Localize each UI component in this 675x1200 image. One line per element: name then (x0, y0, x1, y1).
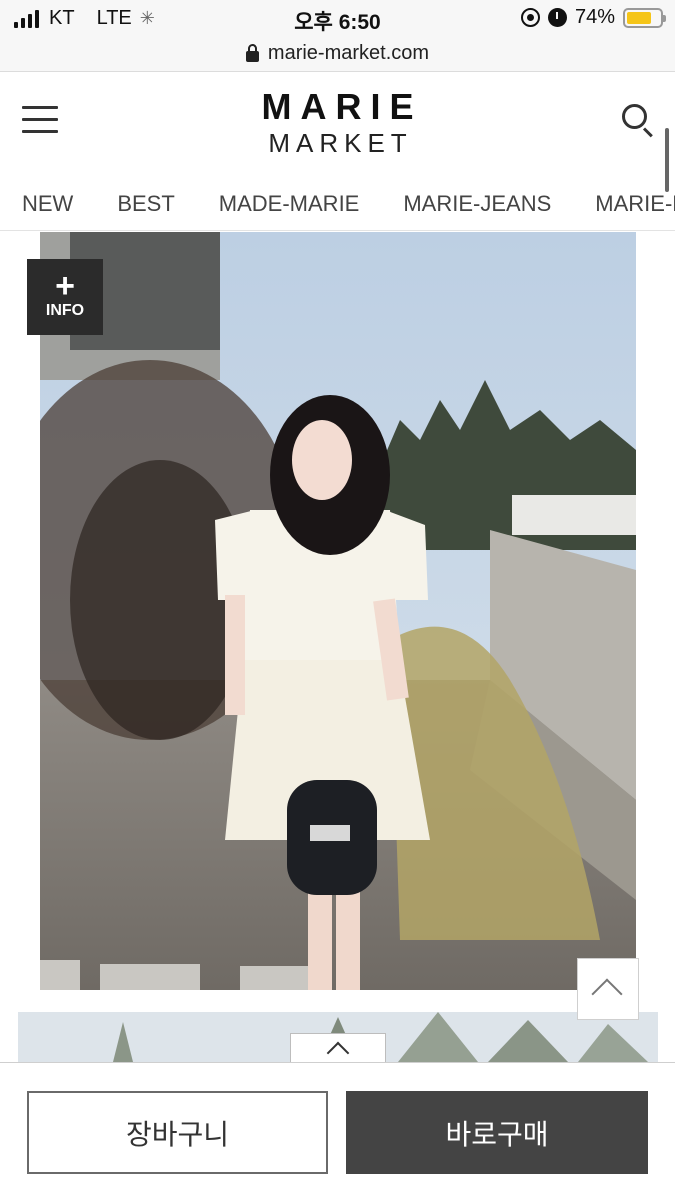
page-scrollbar[interactable] (665, 128, 669, 192)
nav-item-best[interactable]: BEST (117, 191, 174, 217)
alarm-icon (547, 8, 567, 27)
bottom-action-bar: 장바구니 바로구매 (0, 1062, 675, 1200)
search-icon[interactable] (622, 104, 658, 140)
url-text[interactable]: marie-market.com (268, 42, 429, 65)
nav-item-marie-jeans[interactable]: MARIE-JEANS (403, 191, 551, 217)
nav-item-marie-p[interactable]: MARIE-P (595, 191, 675, 217)
buy-now-button[interactable]: 바로구매 (346, 1091, 648, 1174)
logo-line1: MARIE (261, 86, 423, 127)
nav-item-made-marie[interactable]: MADE-MARIE (219, 191, 360, 217)
logo-line2: MARKET (268, 128, 413, 158)
status-right: 74% (520, 6, 666, 29)
status-bar: KT LTE ✳ 오후 6:50 74% (0, 0, 675, 36)
chevron-up-icon (591, 978, 623, 1010)
category-nav: NEW BEST MADE-MARIE MARIE-JEANS MARIE-P (0, 182, 675, 226)
header-divider (0, 230, 675, 231)
url-bar[interactable]: marie-market.com (0, 36, 675, 72)
chevron-up-icon (326, 1041, 350, 1065)
lock-icon (245, 43, 259, 62)
nav-item-new[interactable]: NEW (22, 191, 73, 217)
battery-percent: 74% (574, 6, 615, 28)
site-header: MARIE MARKET NEW BEST MADE-MARIE MARIE-J… (0, 72, 675, 232)
drawer-toggle-button[interactable] (290, 1033, 386, 1065)
info-button[interactable]: + INFO (27, 259, 103, 335)
rotation-lock-icon (520, 8, 540, 27)
battery-fill (627, 11, 651, 24)
info-label: INFO (45, 302, 85, 319)
plus-icon: + (55, 267, 75, 305)
site-logo[interactable]: MARIE MARKET (0, 86, 675, 159)
scroll-top-button[interactable] (577, 958, 639, 1020)
add-to-cart-button[interactable]: 장바구니 (27, 1091, 328, 1174)
battery-icon (623, 7, 666, 28)
